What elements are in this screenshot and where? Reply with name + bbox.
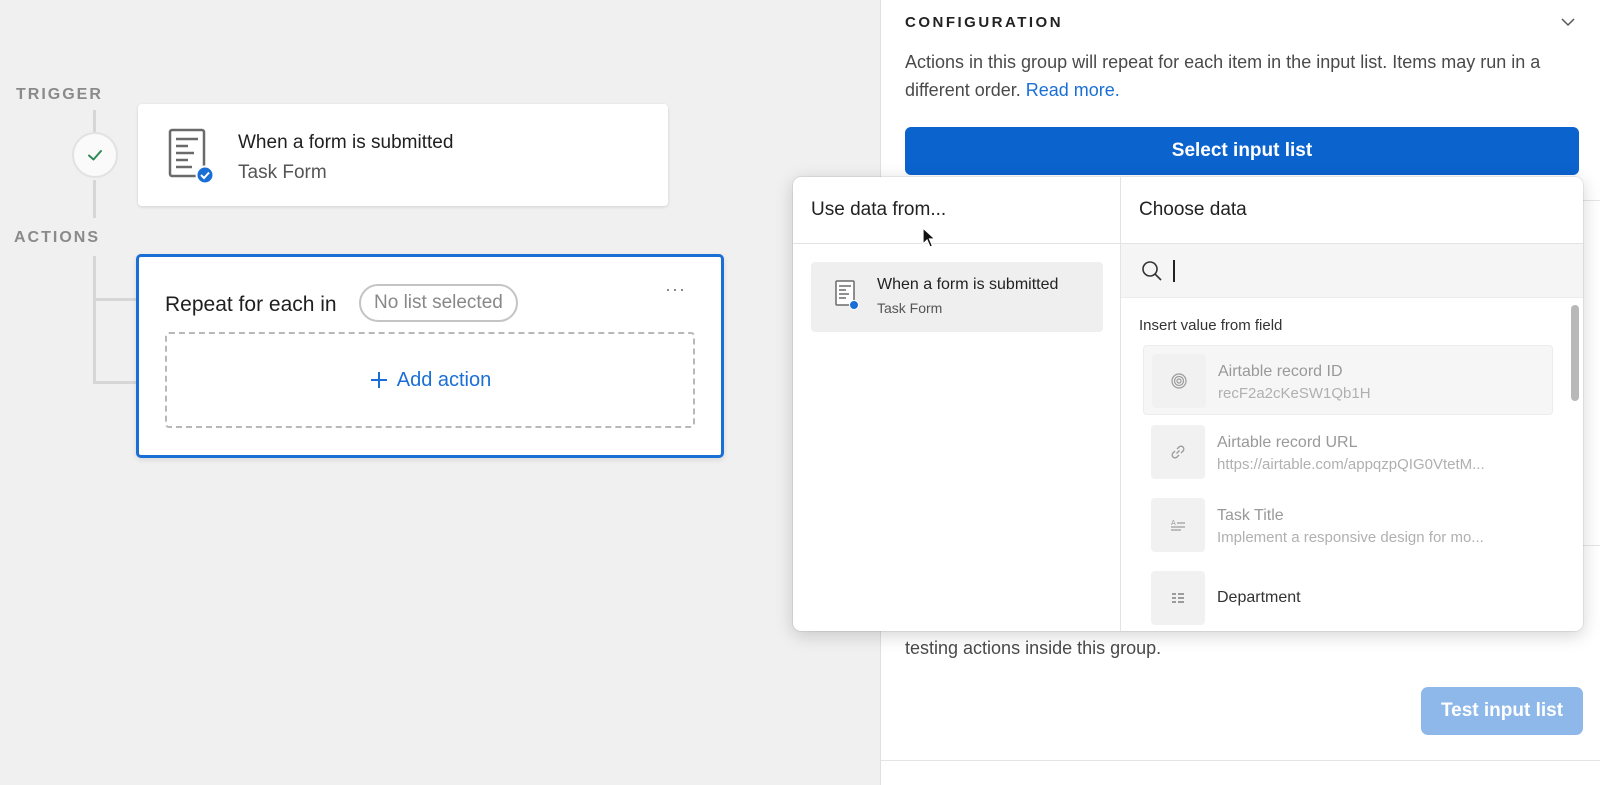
configuration-description: Actions in this group will repeat for ea… xyxy=(905,48,1585,104)
connector-line xyxy=(93,298,136,301)
trigger-section-label: TRIGGER xyxy=(16,86,103,103)
add-action-label: Add action xyxy=(396,368,492,391)
no-list-selected-pill[interactable]: No list selected xyxy=(359,284,518,322)
trigger-title: When a form is submitted xyxy=(238,132,454,153)
input-list-picker-popover: Use data from... When a form is submitte… xyxy=(793,177,1583,631)
field-name: Task Title xyxy=(1217,507,1284,524)
field-value: recF2a2cKeSW1Qb1H xyxy=(1218,385,1371,402)
insert-value-label: Insert value from field xyxy=(1139,317,1283,334)
repeat-group-card[interactable]: Repeat for each in No list selected ··· … xyxy=(136,254,724,458)
form-icon xyxy=(835,280,859,310)
trigger-status xyxy=(72,132,118,178)
data-source-column: Use data from... When a form is submitte… xyxy=(793,177,1121,631)
mouse-cursor-icon xyxy=(922,227,937,248)
field-value: Implement a responsive design for mo... xyxy=(1217,529,1484,546)
long-text-icon xyxy=(1151,571,1205,625)
testing-hint-text: testing actions inside this group. xyxy=(905,638,1162,658)
field-option-department[interactable]: Department xyxy=(1143,563,1553,631)
field-option-record-url[interactable]: Airtable record URL https://airtable.com… xyxy=(1143,417,1553,487)
chevron-down-icon[interactable] xyxy=(1560,14,1576,30)
field-search-input[interactable] xyxy=(1121,244,1583,298)
field-option-task-title[interactable]: A Task Title Implement a responsive desi… xyxy=(1143,490,1553,560)
form-icon xyxy=(168,128,214,184)
divider xyxy=(881,760,1600,761)
connector-line xyxy=(93,110,96,132)
connector-line xyxy=(93,180,96,218)
field-name: Airtable record URL xyxy=(1217,434,1358,451)
choose-data-header: Choose data xyxy=(1121,177,1583,244)
fingerprint-icon xyxy=(1152,354,1206,408)
read-more-link[interactable]: Read more. xyxy=(1026,80,1120,100)
test-input-list-button[interactable]: Test input list xyxy=(1421,687,1583,735)
text-caret xyxy=(1173,260,1175,282)
source-title: When a form is submitted xyxy=(877,276,1059,293)
description-text: Actions in this group will repeat for ea… xyxy=(905,52,1541,100)
add-action-button[interactable]: Add action xyxy=(165,332,695,428)
more-options-icon[interactable]: ··· xyxy=(665,279,686,300)
field-value: https://airtable.com/appqzpQIG0VtetM... xyxy=(1217,456,1485,473)
repeat-label: Repeat for each in xyxy=(165,293,337,316)
data-source-item[interactable]: When a form is submitted Task Form xyxy=(811,262,1103,332)
field-option-record-id[interactable]: Airtable record ID recF2a2cKeSW1Qb1H xyxy=(1143,345,1553,415)
check-icon xyxy=(88,150,102,161)
text-field-icon: A xyxy=(1151,498,1205,552)
search-icon xyxy=(1142,261,1162,281)
svg-text:A: A xyxy=(1171,520,1176,527)
trigger-subtitle: Task Form xyxy=(238,162,327,183)
source-subtitle: Task Form xyxy=(877,300,943,316)
workflow-canvas: TRIGGER When a form is submitted Task Fo… xyxy=(0,0,880,785)
field-name: Department xyxy=(1217,589,1301,606)
choose-data-column: Choose data Insert value from field Airt… xyxy=(1121,177,1583,631)
scrollbar-thumb[interactable] xyxy=(1571,305,1579,401)
actions-section-label: ACTIONS xyxy=(14,229,100,246)
connector-line xyxy=(93,381,136,384)
trigger-card[interactable]: When a form is submitted Task Form xyxy=(138,104,668,206)
connector-line xyxy=(93,256,96,384)
plus-icon xyxy=(370,372,387,388)
select-input-list-button[interactable]: Select input list xyxy=(905,127,1579,175)
field-name: Airtable record ID xyxy=(1218,363,1343,380)
link-icon xyxy=(1151,425,1205,479)
configuration-title: CONFIGURATION xyxy=(905,14,1064,31)
use-data-from-header: Use data from... xyxy=(793,177,1120,244)
